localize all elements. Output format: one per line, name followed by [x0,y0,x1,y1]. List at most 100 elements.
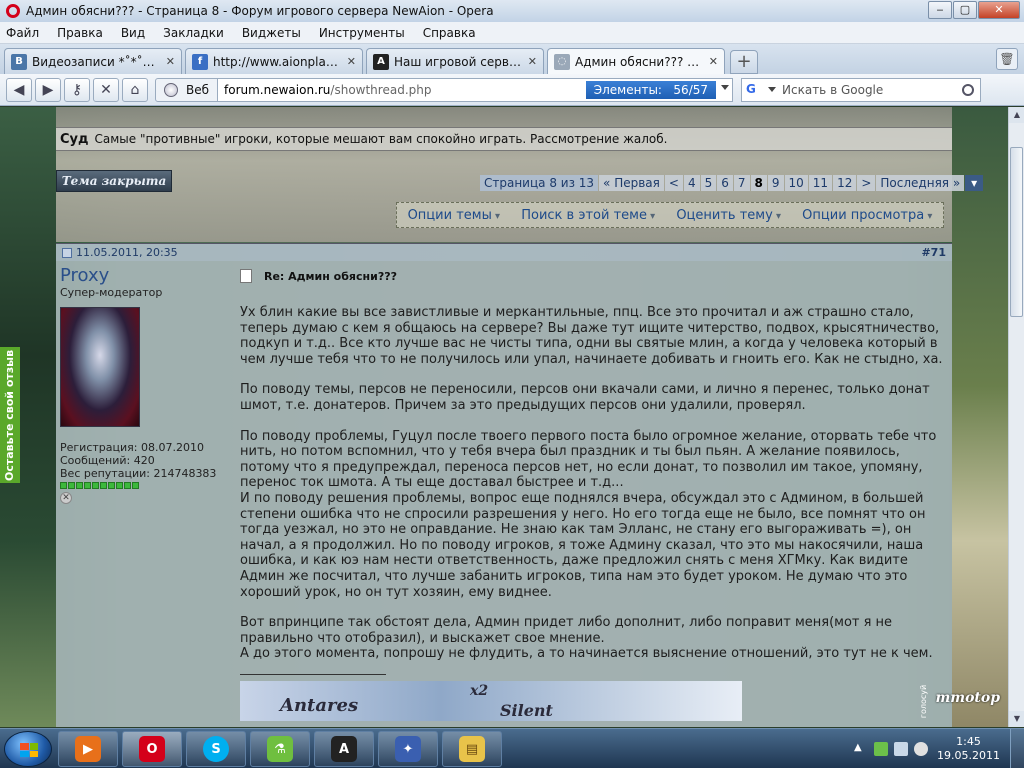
reputation-pip [92,482,99,489]
taskbar-opera[interactable]: O [122,731,182,767]
address-bar[interactable]: forum.newaion.ru /showthread.php Элемент… [218,77,734,102]
signature-banner[interactable]: Antares x2 Silent [240,680,742,721]
home-button[interactable]: ⌂ [122,77,148,102]
wand-key-button[interactable]: ⚷ [64,77,90,102]
pager-next[interactable]: > [857,175,876,191]
tab-close-icon[interactable]: ✕ [709,55,718,68]
pager-label[interactable]: Страница 8 из 13 [480,175,599,191]
post-paragraph: По поводу темы, персов не переносили, пе… [240,382,930,413]
google-icon: G [746,81,756,96]
stop-button[interactable]: ✕ [93,77,119,102]
pager-first[interactable]: « Первая [599,175,664,191]
view-options-menu[interactable]: Опции просмотра [802,208,932,223]
tab-close-icon[interactable]: ✕ [347,55,356,68]
trash-icon[interactable]: 🗑 [996,48,1018,70]
aion-icon: A [373,53,389,70]
menu-file[interactable]: Файл [6,26,39,40]
post-paragraph: И по поводу решения проблемы, вопрос еще… [240,490,926,600]
search-engine-dropdown-icon[interactable] [768,87,777,92]
volume-icon[interactable] [914,742,928,756]
start-button[interactable] [4,731,52,767]
search-icon[interactable] [962,83,975,96]
thread-options-menu[interactable]: Опции темы [408,208,500,223]
pager-goto-icon[interactable]: ▾ [965,175,984,191]
url-path: /showthread.php [330,82,432,97]
feedback-tab[interactable]: Оставьте свой отзыв [0,347,20,483]
taskbar-explorer[interactable]: ▤ [442,731,502,767]
section-title[interactable]: Суд [60,132,89,147]
address-dropdown-icon[interactable] [721,84,730,90]
menu-view[interactable]: Вид [121,26,145,40]
scroll-thumb[interactable] [1010,147,1023,317]
pager-prev[interactable]: < [664,175,683,191]
pager-page[interactable]: 4 [683,175,700,191]
avatar[interactable] [60,307,140,427]
scroll-down-icon[interactable]: ▼ [1009,711,1024,727]
post-title-icon [240,269,252,283]
user-messages: Сообщений: 420 [60,454,155,467]
aionplanet-icon: f [192,53,208,70]
taskbar-aion[interactable]: A [314,731,374,767]
pager-page[interactable]: 7 [733,175,750,191]
close-button[interactable]: ✕ [978,1,1020,19]
search-input[interactable]: Искать в Google [782,83,883,97]
menu-bookmarks[interactable]: Закладки [163,26,224,40]
taskbar-network-tool[interactable]: ⚗ [250,731,310,767]
taskbar-game-launcher[interactable]: ✦ [378,731,438,767]
show-desktop-button[interactable] [1010,729,1024,768]
clock[interactable]: 1:45 19.05.2011 [937,735,1000,763]
post-title: Re: Админ обясни??? [240,269,952,283]
reputation-pip [124,482,131,489]
pager-page[interactable]: 10 [784,175,808,191]
clock-date: 19.05.2011 [937,749,1000,762]
menu-help[interactable]: Справка [423,26,476,40]
tab-aionplanet[interactable]: f http://www.aionplanet.... ✕ [185,48,363,74]
action-center-icon[interactable] [894,742,908,756]
menu-bar: Файл Правка Вид Закладки Виджеты Инструм… [0,22,1024,44]
pager-page[interactable]: 5 [700,175,717,191]
taskbar-skype[interactable]: S [186,731,246,767]
post-number-link[interactable]: #71 [921,246,946,259]
post-paragraph: Вот впринципе так обстоят дела, Админ пр… [240,615,893,646]
minimize-button[interactable]: ‒ [928,1,952,19]
pager-page[interactable]: 6 [717,175,733,191]
tab-close-icon[interactable]: ✕ [528,55,537,68]
site-label: Веб [186,82,210,97]
pager-page[interactable]: 12 [833,175,857,191]
elements-counter[interactable]: Элементы: 56/57 [585,80,717,99]
search-thread-menu[interactable]: Поиск в этой теме [521,208,655,223]
thread-options-bar: Опции темы Поиск в этой теме Оценить тем… [396,202,944,228]
show-hidden-icons-icon[interactable]: ▲ [854,742,868,756]
tab-aion-server[interactable]: A Наш игровой сервер ... ✕ [366,48,544,74]
new-tab-button[interactable]: + [730,50,758,74]
menu-tools[interactable]: Инструменты [319,26,405,40]
pager-last[interactable]: Последняя » [876,175,965,191]
tab-forum-thread[interactable]: ◌ Админ обясни??? - Стр... ✕ [547,48,725,74]
reputation-pip [108,482,115,489]
background-art-right [952,107,1008,727]
post-username[interactable]: Proxy [60,265,230,286]
menu-widgets[interactable]: Виджеты [242,26,301,40]
taskbar-media-player[interactable]: ▶ [58,731,118,767]
network-status-icon[interactable] [874,742,888,756]
window-controls: ‒ ▢ ✕ [928,1,1020,19]
scroll-up-icon[interactable]: ▲ [1009,107,1024,123]
post-body: Proxy Супер-модератор Регистрация: 08.07… [56,261,952,727]
maximize-button[interactable]: ▢ [953,1,977,19]
search-box[interactable]: G Искать в Google [741,77,982,102]
vk-icon: B [11,53,27,70]
tab-close-icon[interactable]: ✕ [166,55,175,68]
menu-edit[interactable]: Правка [57,26,103,40]
back-button[interactable]: ◀ [6,77,32,102]
loading-icon: ◌ [554,53,570,70]
forward-button[interactable]: ▶ [35,77,61,102]
pager-page[interactable]: 11 [808,175,833,191]
pager-page[interactable]: 9 [767,175,784,191]
page-scrollbar[interactable]: ▲ ▼ [1008,107,1024,727]
mmotop-banner[interactable]: mmotop [935,690,1000,706]
site-info-button[interactable]: Веб [155,77,219,102]
opera-logo-icon [6,4,20,18]
pager-current-page: 8 [750,175,767,191]
rate-thread-menu[interactable]: Оценить тему [676,208,781,223]
tab-vk[interactable]: B Видеозаписи *˚*˚*˚*˚t... ✕ [4,48,182,74]
